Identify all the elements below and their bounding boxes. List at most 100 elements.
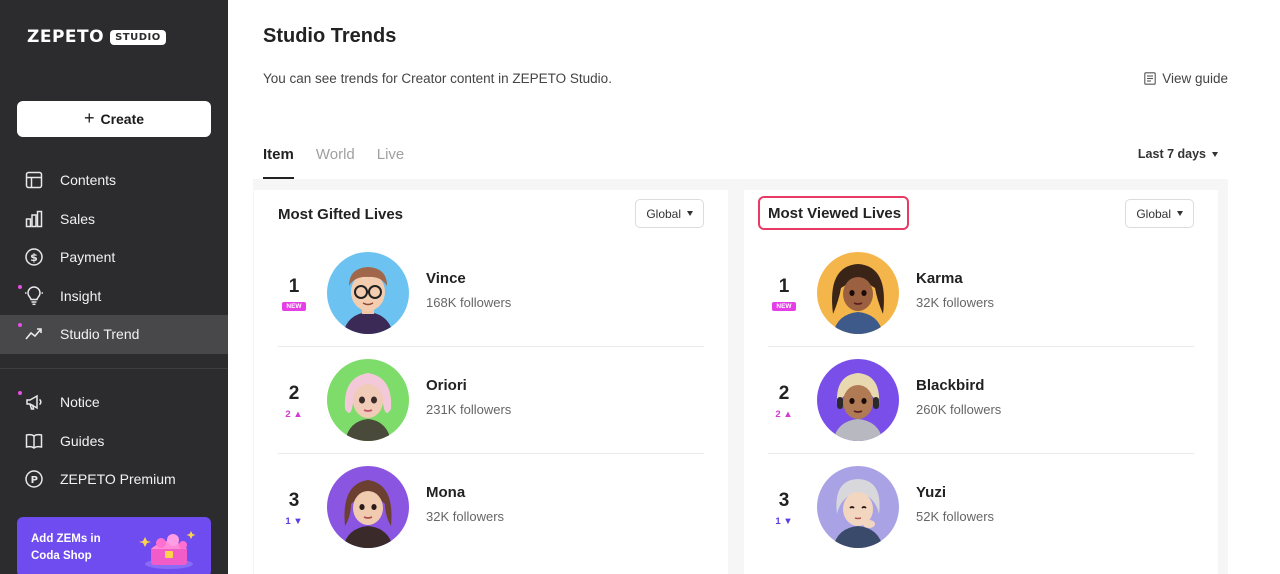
sidebar-nav-main: Contents Sales $ Payment Insight Studio …: [0, 161, 228, 354]
list-item[interactable]: 3 1 ▼ Mona 32K followers: [278, 454, 704, 561]
page-description: You can see trends for Creator content i…: [263, 71, 612, 86]
sidebar-item-notice[interactable]: Notice: [0, 383, 228, 422]
avatar[interactable]: [817, 359, 899, 441]
sidebar-item-label: Guides: [60, 432, 105, 449]
rank-number: 3: [778, 490, 790, 511]
sidebar-item-label: ZEPETO Premium: [60, 471, 176, 488]
creator-name: Mona: [426, 484, 466, 501]
sidebar-item-studio-trend[interactable]: Studio Trend: [0, 315, 228, 354]
creator-name: Karma: [916, 270, 963, 287]
rank-change-up: 2 ▲: [775, 409, 793, 420]
view-guide-link[interactable]: View guide: [1144, 71, 1228, 86]
rank-number: 3: [288, 490, 300, 511]
caret-down-icon: [1177, 211, 1183, 216]
notification-dot: [18, 391, 22, 395]
treasure-chest-icon: [139, 531, 196, 569]
region-dropdown[interactable]: Global: [1125, 199, 1194, 228]
sidebar-divider: [0, 368, 228, 369]
page-title: Studio Trends: [263, 25, 397, 47]
trend-icon: [24, 324, 44, 344]
sidebar-item-label: Insight: [60, 287, 102, 304]
content-tabs: Item World Live: [263, 146, 404, 179]
avatar[interactable]: [327, 466, 409, 548]
list-item[interactable]: 1 NEW Karma 32K followers: [768, 240, 1194, 347]
caret-down-icon: [1212, 151, 1218, 157]
region-label: Global: [1136, 206, 1171, 221]
sidebar-item-zepeto-premium[interactable]: P ZEPETO Premium: [0, 460, 228, 499]
card-title: Most Gifted Lives: [278, 206, 404, 223]
sidebar-nav-secondary: Notice Guides P ZEPETO Premium: [0, 383, 228, 499]
bar-chart-icon: [24, 209, 44, 229]
period-dropdown[interactable]: Last 7 days: [1138, 147, 1218, 161]
follower-count: 32K followers: [916, 295, 995, 310]
sidebar: ZEPETO STUDIO + Create Contents Sales $ …: [0, 0, 228, 574]
lightbulb-icon: [24, 286, 44, 306]
creator-name: Yuzi: [916, 484, 947, 501]
sidebar-item-insight[interactable]: Insight: [0, 277, 228, 316]
sidebar-item-label: Contents: [60, 172, 117, 189]
notification-dot: [18, 284, 22, 289]
sidebar-item-contents[interactable]: Contents: [0, 161, 228, 200]
sidebar-item-guides[interactable]: Guides: [0, 422, 228, 461]
create-button[interactable]: + Create: [17, 101, 211, 137]
avatar[interactable]: [817, 252, 899, 334]
follower-count: 168K followers: [426, 295, 512, 310]
sidebar-item-payment[interactable]: $ Payment: [0, 238, 228, 277]
creator-name: Oriori: [426, 377, 467, 394]
rank-change-up: 2 ▲: [285, 409, 303, 420]
rank-number: 1: [778, 276, 790, 297]
sidebar-item-label: Studio Trend: [60, 326, 140, 343]
period-label: Last 7 days: [1137, 147, 1206, 161]
new-badge: NEW: [282, 302, 306, 311]
tab-item[interactable]: Item: [263, 146, 294, 179]
logo-text: ZEPETO: [27, 27, 105, 47]
svg-text:P: P: [31, 475, 38, 486]
zepeto-studio-logo[interactable]: ZEPETO STUDIO: [27, 27, 166, 47]
sidebar-item-label: Sales: [60, 210, 96, 227]
avatar[interactable]: [327, 359, 409, 441]
notification-dot: [18, 323, 22, 327]
avatar[interactable]: [817, 466, 899, 548]
rank-number: 2: [778, 383, 790, 404]
card-title: Most Viewed Lives: [758, 196, 910, 230]
svg-text:$: $: [30, 251, 38, 264]
premium-icon: P: [24, 469, 44, 489]
region-dropdown[interactable]: Global: [635, 199, 704, 228]
tab-world[interactable]: World: [316, 146, 355, 179]
layout-icon: [24, 170, 44, 190]
book-icon: [24, 431, 44, 451]
view-guide-label: View guide: [1162, 71, 1228, 86]
plus-icon: +: [83, 108, 95, 128]
megaphone-icon: [24, 392, 44, 412]
rank-number: 1: [288, 276, 300, 297]
most-gifted-lives-card: Most Gifted Lives Global 1 NEW Vince 168…: [254, 190, 728, 574]
logo-badge: STUDIO: [110, 29, 166, 45]
caret-down-icon: [687, 211, 693, 216]
list-item[interactable]: 1 NEW Vince 168K followers: [278, 240, 704, 347]
create-button-label: Create: [100, 111, 145, 127]
creator-name: Vince: [426, 270, 466, 287]
list-item[interactable]: 3 1 ▼ Yuzi 52K followers: [768, 454, 1194, 561]
rank-change-down: 1 ▼: [775, 516, 793, 527]
rank-number: 2: [288, 383, 300, 404]
follower-count: 32K followers: [426, 509, 505, 524]
most-viewed-lives-card: Most Viewed Lives Global 1 NEW Karma 32K…: [744, 190, 1218, 574]
sidebar-item-label: Payment: [60, 249, 116, 266]
document-icon: [1144, 72, 1156, 85]
follower-count: 52K followers: [916, 509, 995, 524]
tab-live[interactable]: Live: [377, 146, 405, 179]
follower-count: 231K followers: [426, 402, 512, 417]
dollar-circle-icon: $: [24, 247, 44, 267]
list-item[interactable]: 2 2 ▲ Oriori 231K followers: [278, 347, 704, 454]
region-label: Global: [646, 206, 681, 221]
creator-name: Blackbird: [916, 377, 985, 394]
sidebar-item-sales[interactable]: Sales: [0, 200, 228, 239]
rank-change-down: 1 ▼: [285, 516, 303, 527]
avatar[interactable]: [327, 252, 409, 334]
follower-count: 260K followers: [916, 402, 1002, 417]
coda-shop-promo-banner[interactable]: Add ZEMs in Coda Shop: [17, 517, 211, 574]
list-item[interactable]: 2 2 ▲ Blackbird 260K followers: [768, 347, 1194, 454]
sidebar-item-label: Notice: [60, 394, 100, 411]
main-content: Studio Trends You can see trends for Cre…: [228, 0, 1280, 574]
new-badge: NEW: [772, 302, 796, 311]
